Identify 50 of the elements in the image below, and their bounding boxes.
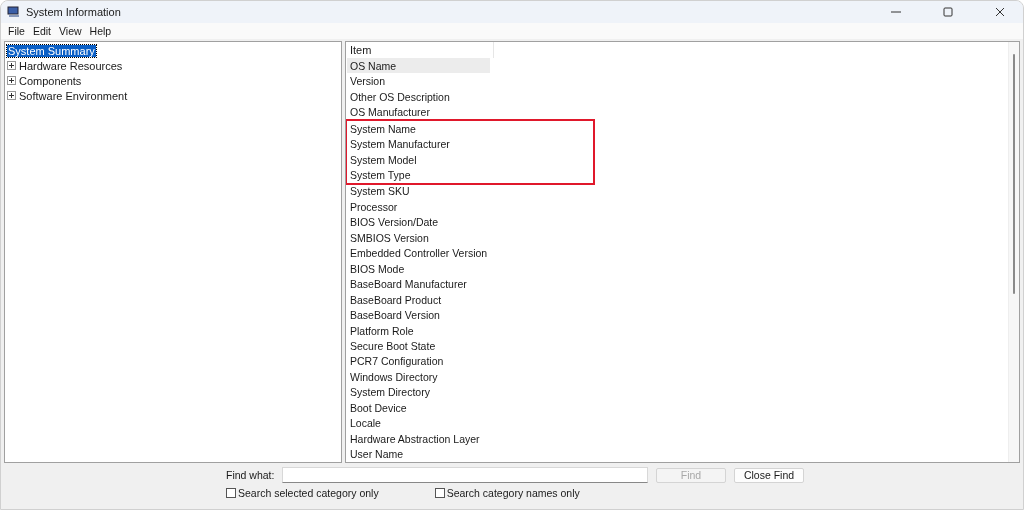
item-row[interactable]: Secure Boot State [347,338,490,354]
tree-item[interactable]: Components [18,74,83,87]
item-row[interactable]: BaseBoard Product [347,291,490,308]
menu-item[interactable]: Edit [28,25,55,37]
item-row[interactable]: Boot Device [347,400,490,416]
checkbox-label: Search selected category only [238,487,379,499]
item-row[interactable]: Windows Directory [347,369,490,385]
item-row[interactable]: SMBIOS Version [347,230,490,246]
item-row[interactable]: OS Manufacturer [347,104,490,120]
expand-icon[interactable] [7,76,16,85]
item-row[interactable]: OS Name [347,57,490,74]
item-row[interactable]: Processor [347,199,490,215]
item-row[interactable]: BIOS Mode [347,261,490,277]
checkbox-label: Search category names only [446,487,580,499]
app-icon [7,6,20,18]
maximize-icon [943,7,953,17]
item-row[interactable]: System Directory [347,384,490,401]
menu-item[interactable]: File [4,25,29,37]
close-icon [995,7,1005,17]
item-row[interactable]: System Manufacturer [347,136,490,152]
scrollbar[interactable] [1008,42,1019,462]
item-row[interactable]: Version [347,73,490,89]
tree-item[interactable]: Hardware Resources [18,59,124,72]
item-row[interactable]: Locale [347,415,490,431]
item-row[interactable]: BaseBoard Manufacturer [347,276,490,292]
checkbox[interactable] [434,488,445,498]
item-row[interactable]: PCR7 Configuration [347,353,490,370]
expand-icon[interactable] [7,61,16,70]
tree-item[interactable]: Software Environment [18,89,129,102]
item-row[interactable]: System Model [347,151,490,168]
menu-item[interactable]: View [55,25,86,37]
item-row[interactable]: Other OS Description [347,88,490,105]
menu-item[interactable]: Help [85,25,116,37]
item-row[interactable]: Platform Role [347,322,490,339]
close-find-button[interactable]: Close Find [734,467,804,483]
column-header[interactable]: Item [347,42,494,58]
checkbox[interactable] [226,488,236,498]
item-row[interactable]: User Name [347,446,490,462]
item-row[interactable]: BIOS Version/Date [347,214,490,231]
item-row[interactable]: System Name [347,120,490,137]
item-row[interactable]: BaseBoard Version [347,307,490,323]
item-row[interactable]: System Type [347,167,490,183]
expand-icon[interactable] [7,91,16,100]
item-row[interactable]: System SKU [347,183,490,200]
find-label: Find what: [226,469,276,481]
tree-item[interactable]: System Summary [7,44,96,57]
window-title: System Information [26,6,122,18]
item-row[interactable]: Embedded Controller Version [347,245,490,262]
item-row[interactable]: Hardware Abstraction Layer [347,431,490,447]
find-field[interactable] [282,467,648,483]
